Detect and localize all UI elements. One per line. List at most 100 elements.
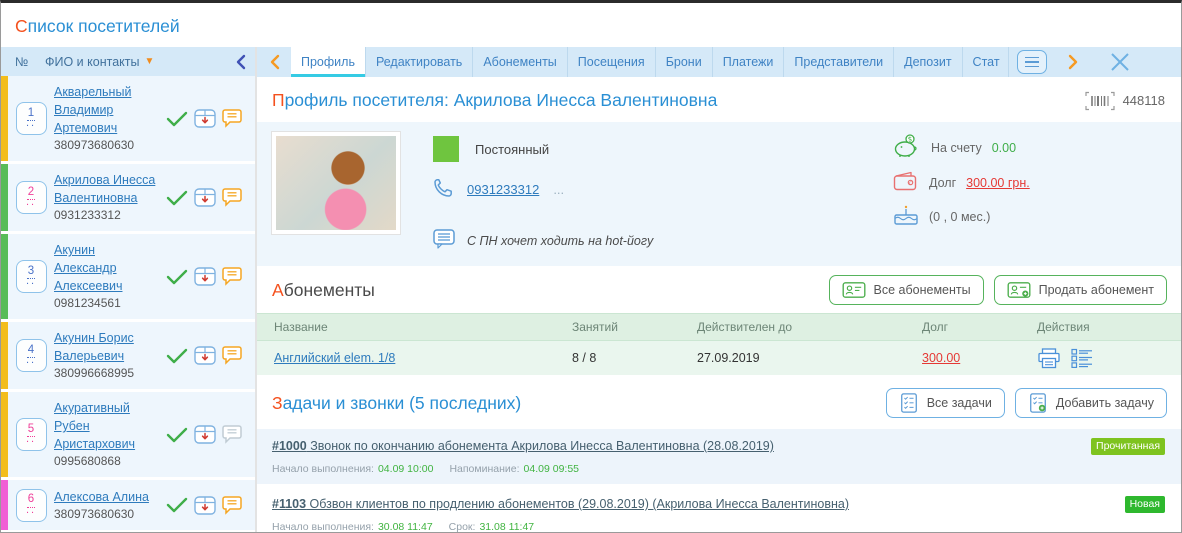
visitor-name-link[interactable]: Акрилова Инесса Валентиновна (54, 173, 155, 205)
visitor-name-link[interactable]: Алексова Алина (54, 490, 149, 504)
task-add-icon (1029, 393, 1046, 413)
close-icon (1110, 53, 1129, 71)
task-status-badge: Новая (1124, 496, 1165, 513)
close-profile-button[interactable] (1109, 51, 1131, 73)
tab-subscriptions[interactable]: Абонементы (473, 47, 568, 77)
tab-deposit[interactable]: Депозит (894, 47, 963, 77)
debt-row: c Долг 300.00 грн. (893, 171, 1030, 194)
svg-text:$: $ (908, 136, 912, 144)
phone-icon (433, 178, 453, 201)
tabs-scroll-left-button[interactable] (257, 47, 291, 77)
tasks-title: Задачи и звонки (5 последних) (272, 392, 522, 413)
active-check-icon (166, 269, 188, 285)
visitor-note: С ПН хочет ходить на hot-йогу (467, 233, 654, 248)
page-title: Список посетителей (15, 16, 180, 36)
details-list-icon[interactable] (1071, 348, 1093, 369)
visitor-number-badge[interactable]: 2 (15, 181, 47, 214)
tab-visits[interactable]: Посещения (568, 47, 656, 77)
column-header-name-sort[interactable]: ФИО и контакты ▼ (45, 55, 225, 69)
chevron-left-icon (236, 54, 245, 69)
tabs-scroll-right-button[interactable] (1057, 47, 1091, 77)
visitor-name-link[interactable]: Акунин Борис Валерьевич (54, 331, 134, 363)
task-row: #1000 Звонок по окончанию абонемента Акр… (257, 429, 1181, 484)
note-icon (433, 229, 455, 252)
comment-icon[interactable] (222, 495, 242, 515)
archive-download-icon[interactable] (194, 109, 216, 128)
add-task-button[interactable]: Добавить задачу (1014, 388, 1167, 418)
comment-icon[interactable] (222, 109, 242, 128)
visitor-name-link[interactable]: Акунин Александр Алексеевич (54, 243, 122, 293)
cake-icon (893, 204, 919, 229)
id-card-plus-icon (1007, 282, 1031, 298)
visitor-number-badge[interactable]: 5 (15, 418, 47, 451)
visits-info: (0 , 0 мес.) (929, 209, 991, 224)
subscriptions-table: Название Занятий Действителен до Долг Де… (257, 313, 1181, 375)
archive-download-icon[interactable] (194, 188, 216, 207)
archive-download-icon[interactable] (194, 267, 216, 286)
visitor-number-badge[interactable]: 6 (15, 488, 47, 522)
archive-download-icon[interactable] (194, 425, 216, 444)
visitor-name-link[interactable]: Акварельный Владимир Артемович (54, 85, 131, 135)
tab-payments[interactable]: Платежи (713, 47, 785, 77)
visitor-row[interactable]: 5 Акуративный Рубен Аристархович 09956808… (1, 392, 255, 477)
active-check-icon (166, 348, 188, 364)
visitors-window: Список посетителей № ФИО и контакты▼ 1 А… (0, 0, 1182, 533)
piggy-bank-icon: $ (893, 134, 921, 161)
sell-subscription-button[interactable]: Продать абонемент (993, 275, 1167, 305)
tabs-menu-button[interactable] (1016, 50, 1047, 74)
tab-representatives[interactable]: Представители (784, 47, 895, 77)
svg-text:c: c (909, 180, 912, 186)
visitor-row[interactable]: 4 Акунин Борис Валерьевич 380996668995 (1, 322, 255, 389)
visitor-phone: 0981234561 (54, 296, 121, 310)
task-meta: Начало выполнения: 04.09 10:00 Напоминани… (272, 463, 579, 475)
comment-icon[interactable] (222, 346, 242, 365)
visitor-number-badge[interactable]: 3 (15, 260, 47, 293)
chevron-left-icon (270, 54, 279, 70)
phone-link[interactable]: 0931233312 (467, 182, 539, 197)
tab-bookings[interactable]: Брони (656, 47, 713, 77)
balance-row: $ На счету 0.00 (893, 134, 1030, 161)
chevron-right-icon (1068, 54, 1078, 70)
task-status-badge: Прочитанная (1091, 438, 1165, 455)
tab-statistics[interactable]: Стат (963, 47, 1009, 77)
visitor-photo[interactable] (271, 131, 401, 235)
archive-download-icon[interactable] (194, 495, 216, 515)
debt-link[interactable]: 300.00 грн. (966, 176, 1030, 190)
visitor-number-badge[interactable]: 4 (15, 339, 47, 372)
tab-edit[interactable]: Редактировать (366, 47, 474, 77)
status-stripe (1, 322, 8, 389)
comment-icon[interactable] (222, 425, 242, 444)
task-link[interactable]: #1103 Обзвон клиентов по продлению абоне… (272, 496, 849, 512)
phone-more-link[interactable]: ... (553, 182, 564, 197)
active-check-icon (166, 497, 188, 513)
tasks-section-header: Задачи и звонки (5 последних) Все задачи… (257, 375, 1181, 426)
archive-download-icon[interactable] (194, 346, 216, 365)
comment-icon[interactable] (222, 267, 242, 286)
visitor-name-link[interactable]: Акуративный Рубен Аристархович (54, 401, 135, 451)
visitor-phone: 380973680630 (54, 506, 135, 521)
all-tasks-button[interactable]: Все задачи (885, 388, 1005, 418)
subscription-name-link[interactable]: Английский elem. 1/8 (274, 351, 395, 365)
visitor-row[interactable]: 6 Алексова Алина 380973680630 (1, 480, 255, 530)
task-link[interactable]: #1000 Звонок по окончанию абонемента Акр… (272, 438, 774, 454)
balance-value: 0.00 (991, 140, 1017, 155)
task-row: #1103 Обзвон клиентов по продлению абоне… (257, 487, 1181, 532)
visitor-row[interactable]: 1 Акварельный Владимир Артемович 38097368… (1, 76, 255, 161)
sort-desc-icon[interactable]: ▼ (144, 56, 154, 67)
status-stripe (1, 392, 8, 477)
profile-title: Профиль посетителя: Акрилова Инесса Вале… (272, 90, 718, 110)
subscriptions-section-header: Абонементы Все абонементы Продать абонем… (257, 266, 1181, 313)
sidebar-collapse-button[interactable] (225, 54, 255, 70)
visitor-phone: 380996668995 (54, 366, 135, 380)
comment-icon[interactable] (222, 188, 242, 207)
tab-profile[interactable]: Профиль (291, 47, 366, 77)
visitor-number-badge[interactable]: 1 (15, 102, 47, 135)
all-subscriptions-button[interactable]: Все абонементы (828, 275, 984, 305)
active-check-icon (166, 111, 188, 127)
subscription-valid-until: 27.09.2019 (697, 351, 760, 365)
visitor-row[interactable]: 3 Акунин Александр Алексеевич 0981234561 (1, 234, 255, 319)
print-icon[interactable] (1037, 347, 1061, 369)
subscription-debt-link[interactable]: 300.00 (922, 351, 960, 365)
visitor-list: 1 Акварельный Владимир Артемович 38097368… (1, 76, 255, 532)
visitor-row[interactable]: 2 Акрилова Инесса Валентиновна 0931233312 (1, 164, 255, 231)
